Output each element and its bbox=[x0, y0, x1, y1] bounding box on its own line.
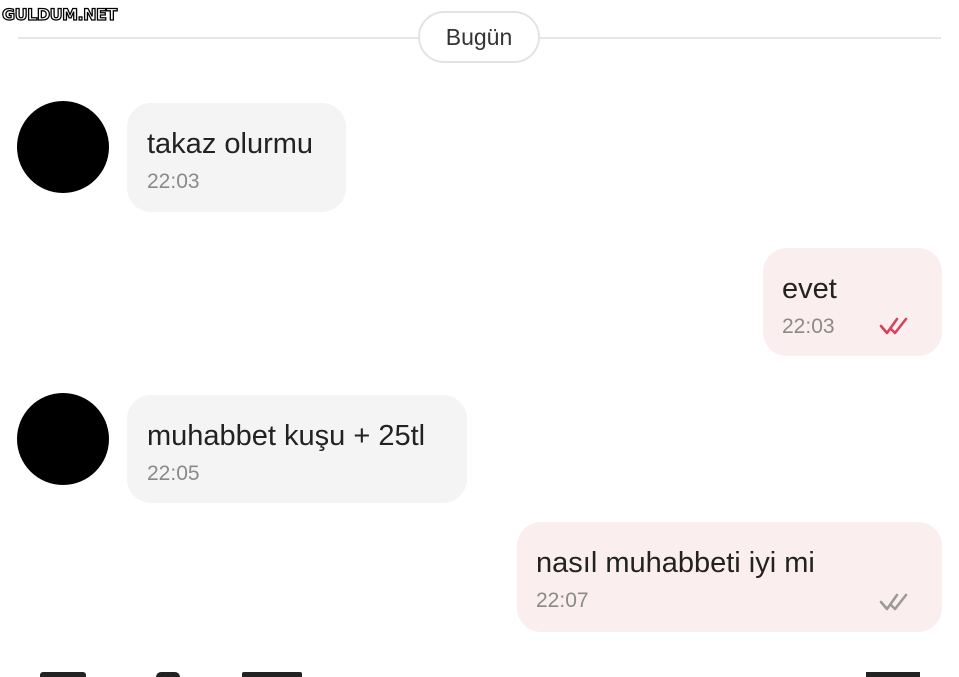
watermark-logo: GULDUM.NET bbox=[1, 4, 118, 24]
toolbar-icon[interactable] bbox=[866, 672, 920, 677]
message-time: 22:07 bbox=[536, 589, 589, 612]
message-text: evet bbox=[782, 273, 837, 305]
message-text: nasıl muhabbeti iyi mi bbox=[536, 547, 815, 579]
message-bubble-outgoing[interactable]: evet 22:03 bbox=[763, 248, 942, 356]
message-bubble-outgoing[interactable]: nasıl muhabbeti iyi mi 22:07 bbox=[517, 522, 942, 632]
toolbar-icon[interactable] bbox=[156, 672, 180, 677]
message-text: takaz olurmu bbox=[147, 128, 314, 160]
toolbar-icon[interactable] bbox=[242, 672, 302, 677]
date-separator: Bugün bbox=[418, 11, 540, 63]
message-text: muhabbet kuşu + 25tl bbox=[147, 420, 426, 452]
double-check-icon bbox=[879, 593, 908, 611]
message-time: 22:05 bbox=[147, 462, 200, 485]
contact-avatar[interactable] bbox=[17, 393, 109, 485]
contact-avatar[interactable] bbox=[17, 101, 109, 193]
input-toolbar bbox=[0, 668, 959, 677]
message-bubble-incoming[interactable]: muhabbet kuşu + 25tl 22:05 bbox=[127, 395, 467, 503]
message-time: 22:03 bbox=[147, 170, 200, 193]
double-check-icon bbox=[879, 317, 908, 335]
message-bubble-incoming[interactable]: takaz olurmu 22:03 bbox=[127, 103, 346, 212]
toolbar-icon[interactable] bbox=[40, 672, 86, 677]
